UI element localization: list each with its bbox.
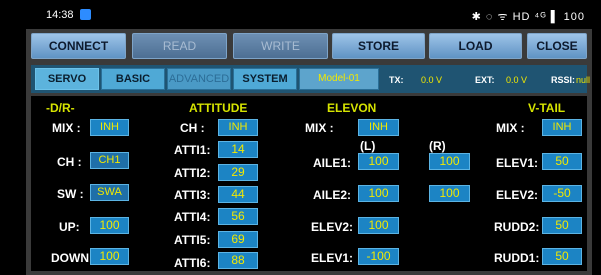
vtail-rudd1-input[interactable]: 50: [542, 248, 582, 265]
elevon-right-label: (R): [429, 139, 446, 153]
dr-down-label: DOWN:: [51, 251, 93, 265]
aile1-left-input[interactable]: 100: [358, 153, 399, 170]
dr-ch-label: CH :: [57, 155, 82, 169]
aile2-left-input[interactable]: 100: [358, 185, 399, 202]
vtail-rudd1-label: RUDD1:: [494, 251, 540, 265]
model-name[interactable]: Model-01: [299, 68, 379, 90]
dr-down-input[interactable]: 100: [90, 248, 129, 265]
write-button[interactable]: WRITE: [233, 33, 328, 59]
connect-button[interactable]: CONNECT: [31, 33, 126, 59]
atti1-input[interactable]: 14: [218, 141, 258, 158]
elevon-elev2-label: ELEV2:: [311, 220, 354, 234]
dr-ch-select[interactable]: CH1: [90, 152, 129, 169]
atti4-input[interactable]: 56: [218, 208, 258, 225]
load-button[interactable]: LOAD: [429, 33, 522, 59]
atti5-label: ATTI5:: [174, 233, 211, 247]
tab-system[interactable]: SYSTEM: [233, 68, 297, 90]
read-button[interactable]: READ: [132, 33, 227, 59]
dr-sw-label: SW :: [57, 187, 84, 201]
aile2-label: AILE2:: [313, 188, 352, 202]
vtail-elev2-input[interactable]: -50: [542, 185, 582, 202]
status-bar: 14:38 ✱ ◌ ᯤ HD ⁴ᴳ ▌ 100: [0, 0, 601, 28]
aile2-right-input[interactable]: 100: [429, 185, 470, 202]
atti2-input[interactable]: 29: [218, 164, 258, 181]
elevon-mix-select[interactable]: INH: [358, 119, 399, 136]
aile1-right-input[interactable]: 100: [429, 153, 470, 170]
elevon-mix-label: MIX :: [305, 121, 334, 135]
vtail-mix-select[interactable]: INH: [542, 119, 582, 136]
clock: 14:38: [46, 9, 74, 21]
vtail-rudd2-label: RUDD2:: [494, 220, 540, 234]
dr-mix-select[interactable]: INH: [90, 119, 129, 136]
elevon-header: ELEVON: [327, 101, 377, 115]
atti3-label: ATTI3:: [174, 188, 211, 202]
atti3-input[interactable]: 44: [218, 186, 258, 203]
atti2-label: ATTI2:: [174, 166, 211, 180]
rssi-value: null: [576, 75, 591, 85]
attitude-ch-select[interactable]: INH: [218, 119, 258, 136]
atti1-label: ATTI1:: [174, 143, 211, 157]
tx-label: TX:: [389, 75, 404, 85]
dr-header: -D/R-: [46, 101, 75, 115]
dr-mix-label: MIX :: [52, 121, 81, 135]
toolbar: CONNECT READ WRITE STORE LOAD CLOSE: [31, 33, 587, 59]
elevon-elev1-input[interactable]: -100: [358, 248, 399, 265]
elevon-left-label: (L): [360, 139, 376, 153]
attitude-ch-label: CH :: [180, 121, 205, 135]
atti5-input[interactable]: 69: [218, 231, 258, 248]
elevon-elev1-label: ELEV1:: [311, 251, 354, 265]
rssi-label: RSSI:: [551, 75, 576, 85]
aile1-label: AILE1:: [313, 156, 352, 170]
tab-servo[interactable]: SERVO: [35, 68, 99, 90]
dr-up-label: UP:: [59, 220, 80, 234]
dr-up-input[interactable]: 100: [90, 217, 129, 234]
vtail-rudd2-input[interactable]: 50: [542, 217, 582, 234]
vtail-elev1-label: ELEV1:: [496, 156, 539, 170]
vtail-elev1-input[interactable]: 50: [542, 153, 582, 170]
tab-advanced[interactable]: ADVANCED: [167, 68, 231, 90]
system-indicators: ✱ ◌ ᯤ HD ⁴ᴳ ▌ 100: [471, 11, 585, 23]
ext-label: EXT:: [475, 75, 495, 85]
ext-voltage: 0.0 V: [506, 75, 528, 85]
atti6-input[interactable]: 88: [218, 252, 258, 269]
vtail-elev2-label: ELEV2:: [496, 188, 539, 202]
close-button[interactable]: CLOSE: [527, 33, 587, 59]
atti4-label: ATTI4:: [174, 210, 211, 224]
atti6-label: ATTI6:: [174, 256, 211, 270]
app-notification-icon: [80, 9, 91, 20]
tab-bar: SERVO BASIC ADVANCED SYSTEM Model-01 TX:…: [31, 65, 591, 93]
store-button[interactable]: STORE: [332, 33, 425, 59]
dr-sw-select[interactable]: SWA: [90, 184, 129, 201]
elevon-elev2-input[interactable]: 100: [358, 217, 399, 234]
attitude-header: ATTITUDE: [189, 101, 248, 115]
vtail-mix-label: MIX :: [496, 121, 525, 135]
vtail-header: V-TAIL: [528, 101, 566, 115]
tx-voltage: 0.0 V: [421, 75, 443, 85]
tab-basic[interactable]: BASIC: [101, 68, 165, 90]
